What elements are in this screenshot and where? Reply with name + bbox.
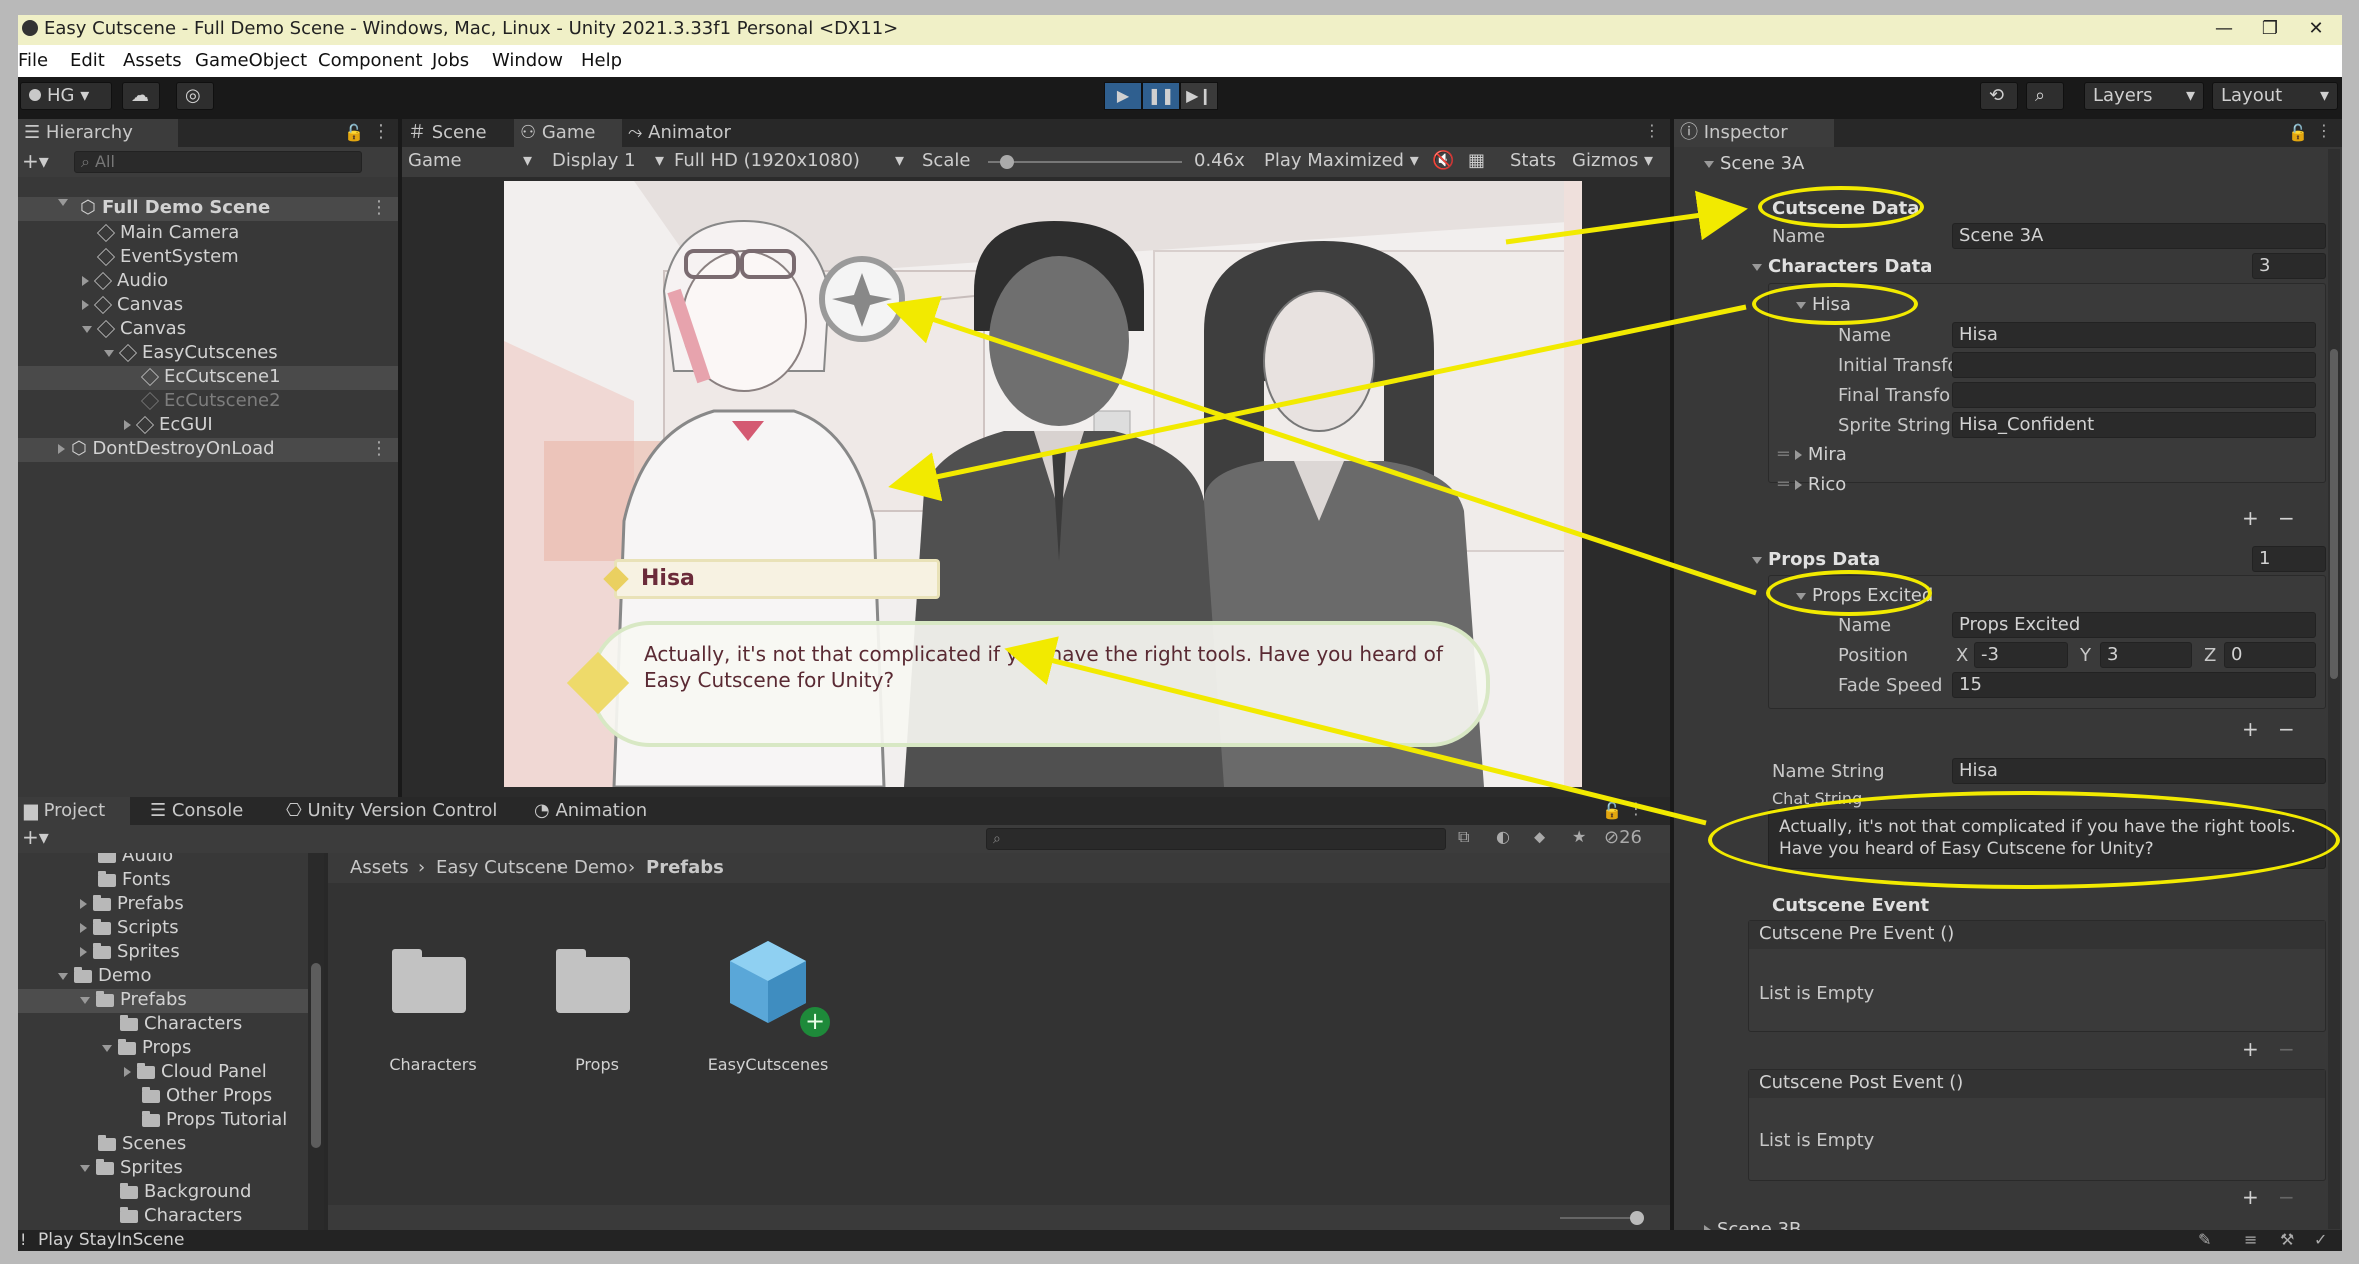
unity-editor-window: Easy Cutscene - Full Demo Scene - Window… [18, 15, 2342, 1251]
annotation-arrows [886, 190, 1757, 826]
